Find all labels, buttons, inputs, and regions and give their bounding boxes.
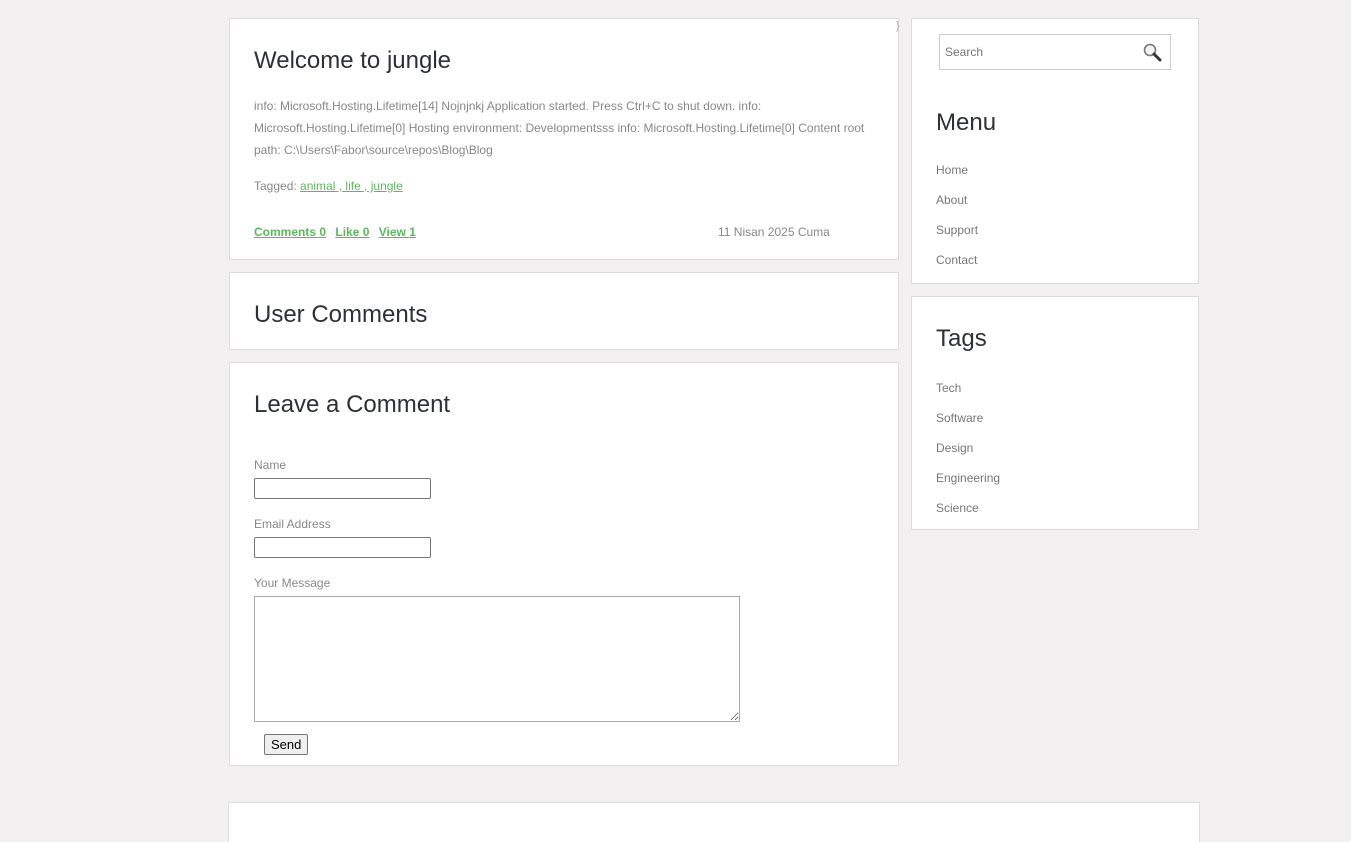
user-comments-title: User Comments bbox=[254, 301, 428, 328]
name-label: Name bbox=[254, 458, 287, 472]
tag-list: Tech Software Design Engineering Science bbox=[936, 377, 1000, 527]
view-link[interactable]: View 1 bbox=[379, 225, 416, 239]
tag-item-software[interactable]: Software bbox=[936, 407, 1000, 437]
stray-glyph: } bbox=[896, 20, 900, 32]
name-field[interactable] bbox=[254, 478, 431, 499]
comments-link[interactable]: Comments 0 bbox=[254, 225, 326, 239]
search-box bbox=[939, 34, 1171, 70]
like-link[interactable]: Like 0 bbox=[335, 225, 369, 239]
email-label: Email Address bbox=[254, 517, 331, 531]
leave-comment-form: Leave a Comment Name Email Address Your … bbox=[229, 362, 899, 766]
post-date: 11 Nisan 2025 Cuma bbox=[718, 225, 830, 239]
tags-panel: Tags Tech Software Design Engineering Sc… bbox=[911, 296, 1199, 530]
menu-item-support[interactable]: Support bbox=[936, 219, 978, 249]
tag-item-science[interactable]: Science bbox=[936, 497, 1000, 527]
tags-title: Tags bbox=[936, 325, 987, 352]
tags-link[interactable]: animal , life , jungle bbox=[300, 179, 403, 193]
leave-comment-title: Leave a Comment bbox=[254, 391, 451, 418]
menu-item-home[interactable]: Home bbox=[936, 159, 978, 189]
message-label: Your Message bbox=[254, 576, 331, 590]
menu-list: Home About Support Contact bbox=[936, 159, 978, 279]
menu-item-about[interactable]: About bbox=[936, 189, 978, 219]
tagged-label: Tagged: bbox=[254, 179, 297, 193]
post-tags: Tagged: animal , life , jungle bbox=[254, 179, 403, 193]
post-meta: Comments 0 Like 0 View 1 bbox=[254, 225, 422, 239]
search-icon[interactable] bbox=[1142, 42, 1162, 62]
footer-panel bbox=[228, 802, 1200, 842]
menu-item-contact[interactable]: Contact bbox=[936, 249, 978, 279]
post-title: Welcome to jungle bbox=[254, 47, 451, 74]
post-body: info: Microsoft.Hosting.Lifetime[14] Noj… bbox=[254, 99, 865, 157]
tag-item-engineering[interactable]: Engineering bbox=[936, 467, 1000, 497]
tag-item-design[interactable]: Design bbox=[936, 437, 1000, 467]
message-textarea[interactable] bbox=[254, 596, 740, 722]
search-input[interactable] bbox=[940, 35, 1140, 69]
post-card: Welcome to jungle info: Microsoft.Hostin… bbox=[229, 18, 899, 260]
user-comments-panel: User Comments bbox=[229, 272, 899, 350]
menu-title: Menu bbox=[936, 109, 997, 136]
tag-item-tech[interactable]: Tech bbox=[936, 377, 1000, 407]
send-button[interactable]: Send bbox=[264, 734, 309, 755]
menu-panel: Menu Home About Support Contact bbox=[911, 18, 1199, 284]
email-field[interactable] bbox=[254, 537, 431, 558]
